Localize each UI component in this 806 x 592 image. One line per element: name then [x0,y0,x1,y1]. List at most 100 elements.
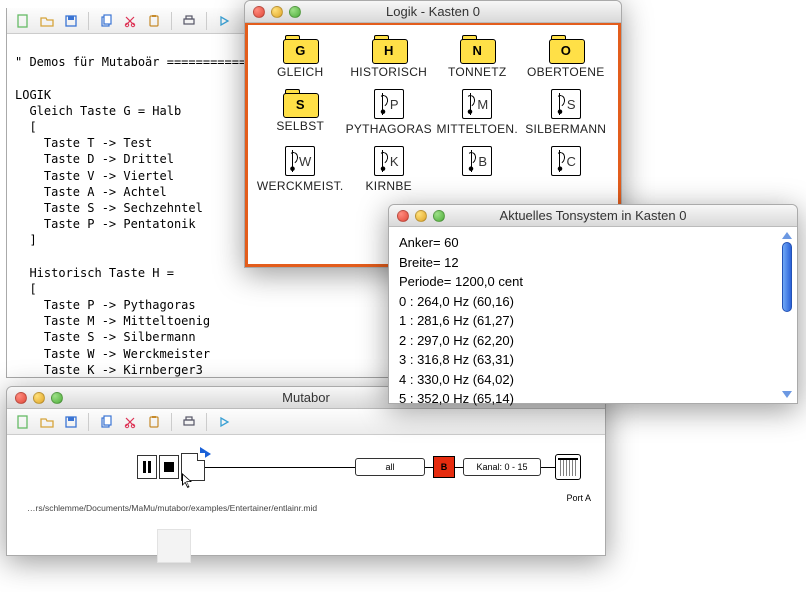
treble-clef-icon [379,93,387,115]
logik-item[interactable]: NTONNETZ [433,33,522,85]
logic-key: P [390,97,399,112]
route-line [205,467,355,468]
cut-icon[interactable] [120,412,140,432]
midi-file-icon[interactable] [181,453,205,481]
minimize-icon[interactable] [415,210,427,222]
editor-line: Taste S -> Silbermann [15,330,196,344]
tonsystem-body: Anker= 60Breite= 12Periode= 1200,0 cent … [389,227,797,403]
midi-out-icon[interactable] [555,454,581,480]
logik-item[interactable]: KKIRNBE [345,144,434,199]
open-folder-icon[interactable] [37,412,57,432]
paste-icon[interactable] [144,412,164,432]
logik-item[interactable]: M MITTELTOEN. [433,87,522,142]
scrollbar[interactable] [780,230,794,400]
new-file-icon[interactable] [13,412,33,432]
run-icon[interactable] [214,11,234,31]
logic-icon: C [551,146,581,176]
folder-icon: N [460,35,494,62]
tonsystem-title: Aktuelles Tonsystem in Kasten 0 [395,208,791,223]
toolbar-separator [171,413,172,431]
logic-key: W [299,154,311,169]
editor-line: [ [15,282,37,296]
tonsystem-line: 3 : 316,8 Hz (63,31) [399,350,787,370]
save-icon[interactable] [61,11,81,31]
treble-clef-icon [467,150,475,172]
editor-line: Taste S -> Sechzehntel [15,201,203,215]
editor-line: Taste A -> Achtel [15,185,167,199]
save-icon[interactable] [61,412,81,432]
pause-button[interactable] [137,455,157,479]
folder-icon: S [283,89,317,116]
logik-item[interactable]: OOBERTOENE [522,33,611,85]
close-icon[interactable] [397,210,409,222]
logik-item[interactable]: HHISTORISCH [345,33,434,85]
toolbar-separator [171,12,172,30]
scroll-down-icon[interactable] [782,391,792,398]
editor-line: " Demos für Mutaboär =========== [15,55,246,69]
logik-item[interactable]: W WERCKMEIST. [256,144,345,199]
close-icon[interactable] [253,6,265,18]
tonsystem-text: Anker= 60Breite= 12Periode= 1200,0 cent … [399,233,787,409]
folder-icon: H [372,35,406,62]
channel-all-box[interactable]: all [355,458,425,476]
tonsystem-line: 5 : 352,0 Hz (65,14) [399,389,787,409]
editor-line: Taste K -> Kirnberger3 [15,363,203,377]
tonsystem-line: Anker= 60 [399,233,787,253]
cut-icon[interactable] [120,11,140,31]
scroll-up-icon[interactable] [782,232,792,239]
logik-item[interactable]: SSELBST [256,87,345,142]
new-file-icon[interactable] [13,11,33,31]
logic-key: M [477,97,488,112]
logik-item-label: WERCKMEIST. [257,179,344,193]
editor-line: Taste M -> Mitteltoenig [15,314,210,328]
folder-icon: O [549,35,583,62]
treble-clef-icon [556,150,564,172]
scroll-thumb[interactable] [782,242,792,312]
box-indicator[interactable]: B [433,456,455,478]
logic-icon: M [462,89,492,119]
channel-range-box[interactable]: Kanal: 0 - 15 [463,458,541,476]
stop-button[interactable] [159,455,179,479]
toolbar-separator [206,12,207,30]
folder-key: H [372,43,406,58]
open-folder-icon[interactable] [37,11,57,31]
editor-line: Taste D -> Drittel [15,152,174,166]
print-icon[interactable] [179,11,199,31]
folder-key: S [283,97,317,112]
print-icon[interactable] [179,412,199,432]
empty-slot[interactable] [157,529,191,563]
tonsystem-line: 1 : 281,6 Hz (61,27) [399,311,787,331]
editor-line: Taste T -> Test [15,136,152,150]
logik-item[interactable]: C [522,144,611,199]
route-line [541,467,555,468]
zoom-icon[interactable] [289,6,301,18]
editor-line: Historisch Taste H = [15,266,174,280]
route-body: all B Kanal: 0 - 15 …rs/schlemme/Documen… [7,435,605,555]
port-label: Port A [566,493,591,503]
logik-item-label: SILBERMANN [525,122,606,136]
run-icon[interactable] [214,412,234,432]
toolbar-separator [206,413,207,431]
logik-item-label: MITTELTOEN. [436,122,518,136]
copy-icon[interactable] [96,412,116,432]
logik-titlebar[interactable]: Logik - Kasten 0 [245,1,621,23]
logik-item[interactable]: B [433,144,522,199]
logic-icon: K [374,146,404,176]
zoom-icon[interactable] [433,210,445,222]
close-icon[interactable] [15,392,27,404]
logik-item[interactable]: PPYTHAGORAS [345,87,434,142]
logik-item[interactable]: GGLEICH [256,33,345,85]
folder-key: G [283,43,317,58]
tonsystem-line: 2 : 297,0 Hz (62,20) [399,331,787,351]
logik-item[interactable]: S SILBERMANN [522,87,611,142]
logic-key: S [567,97,576,112]
minimize-icon[interactable] [33,392,45,404]
zoom-icon[interactable] [51,392,63,404]
play-overlay-icon [200,447,211,461]
editor-line: Gleich Taste G = Halb [15,104,181,118]
copy-icon[interactable] [96,11,116,31]
paste-icon[interactable] [144,11,164,31]
tonsystem-titlebar[interactable]: Aktuelles Tonsystem in Kasten 0 [389,205,797,227]
toolbar-separator [88,413,89,431]
minimize-icon[interactable] [271,6,283,18]
